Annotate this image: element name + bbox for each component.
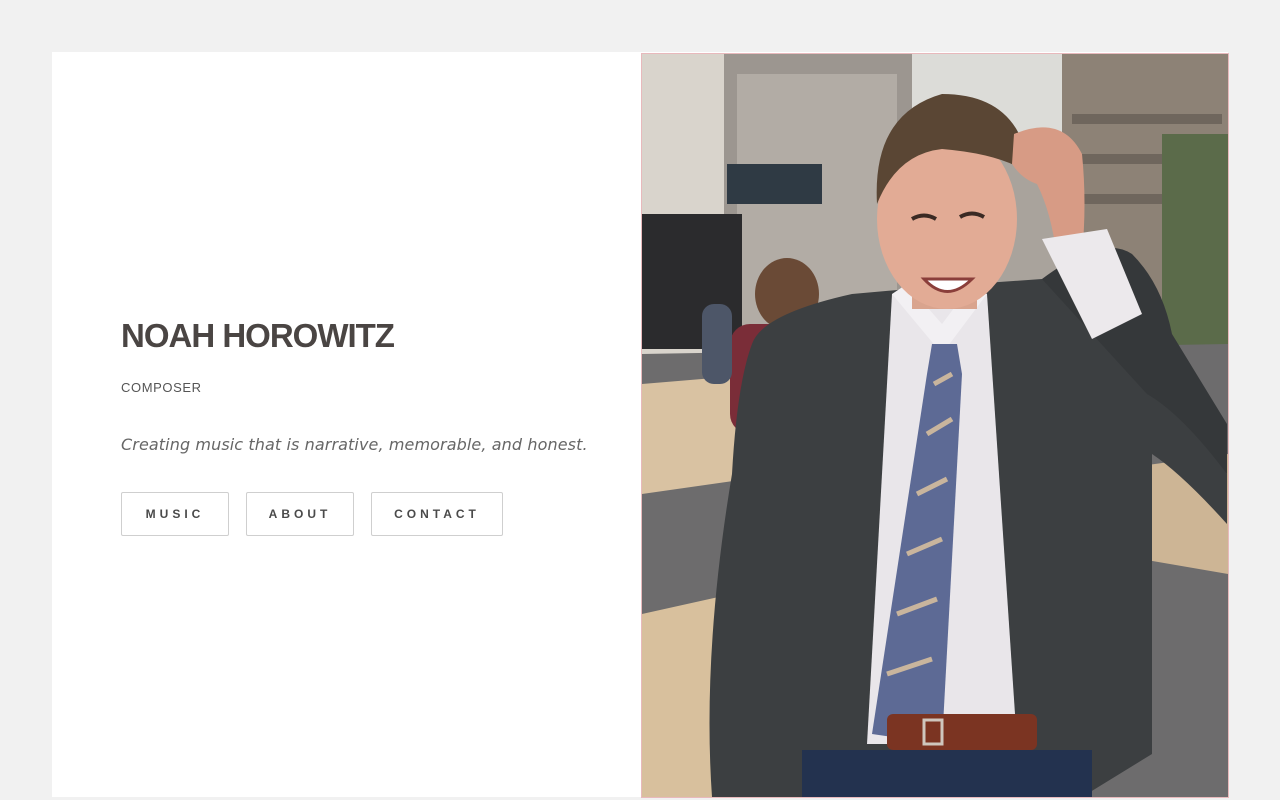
- role-label: COMPOSER: [121, 380, 202, 395]
- page-title: NOAH HOROWITZ: [121, 317, 395, 354]
- contact-button-label: CONTACT: [394, 507, 480, 521]
- nav-buttons: MUSIC ABOUT CONTACT: [121, 492, 503, 536]
- portrait-photo: [641, 53, 1229, 798]
- intro-section: NOAH HOROWITZ COMPOSER Creating music th…: [121, 314, 601, 536]
- tagline: Creating music that is narrative, memora…: [121, 435, 588, 454]
- contact-button[interactable]: CONTACT: [371, 492, 503, 536]
- about-button[interactable]: ABOUT: [246, 492, 354, 536]
- about-button-label: ABOUT: [268, 507, 332, 521]
- music-button[interactable]: MUSIC: [121, 492, 229, 536]
- music-button-label: MUSIC: [145, 507, 205, 521]
- hero-card: NOAH HOROWITZ COMPOSER Creating music th…: [52, 52, 1229, 798]
